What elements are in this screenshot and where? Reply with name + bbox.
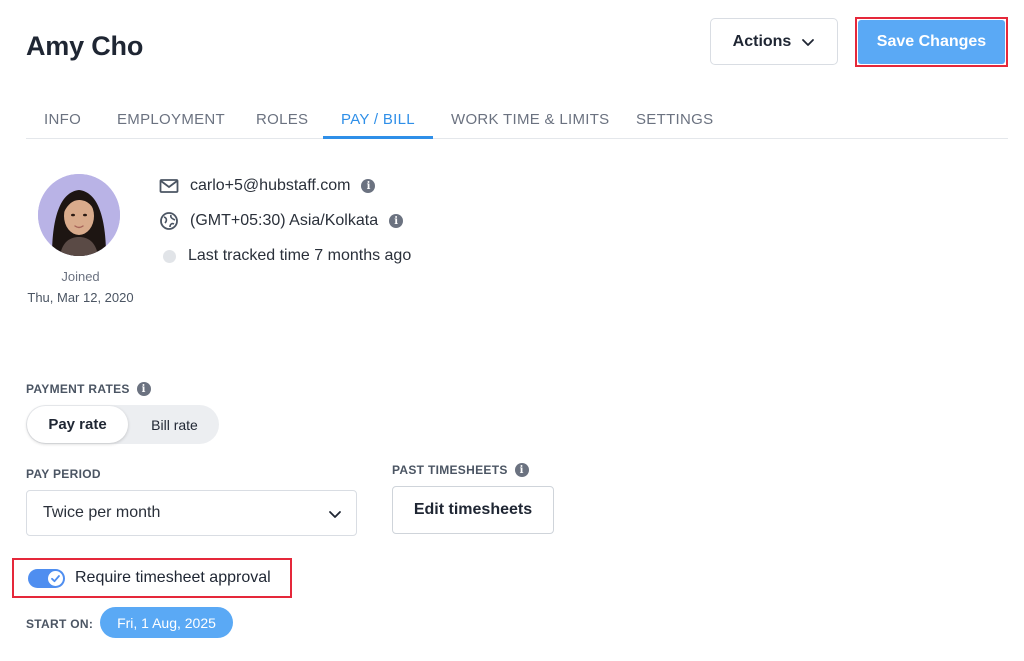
payment-rates-label: PAYMENT RATES: [26, 382, 130, 396]
timezone-row: (GMT+05:30) Asia/Kolkata i: [159, 211, 404, 231]
past-timesheets-heading: PAST TIMESHEETS i: [392, 463, 529, 477]
tab-roles[interactable]: ROLES: [256, 111, 308, 128]
chevron-down-icon: [802, 38, 815, 46]
pay-period-value: Twice per month: [43, 504, 161, 521]
past-timesheets-label: PAST TIMESHEETS: [392, 463, 508, 477]
info-icon[interactable]: i: [514, 463, 529, 477]
email-text: carlo+5@hubstaff.com: [190, 177, 351, 194]
bill-rate-option[interactable]: Bill rate: [130, 405, 219, 444]
approval-label: Require timesheet approval: [75, 569, 271, 586]
approval-toggle[interactable]: [28, 569, 65, 588]
start-date-picker[interactable]: Fri, 1 Aug, 2025: [100, 607, 233, 638]
actions-label: Actions: [732, 32, 792, 50]
last-tracked-row: Last tracked time 7 months ago: [159, 246, 411, 266]
edit-timesheets-button[interactable]: Edit timesheets: [392, 486, 554, 534]
tab-pay-bill[interactable]: PAY / BILL: [341, 111, 415, 128]
save-highlight: Save Changes: [855, 17, 1008, 67]
info-icon[interactable]: i: [136, 382, 151, 396]
pay-rate-option[interactable]: Pay rate: [27, 406, 128, 443]
payment-rates-toggle: Pay rate Bill rate: [26, 405, 219, 444]
info-icon[interactable]: i: [389, 214, 404, 228]
start-on-label: START ON:: [26, 617, 94, 631]
tab-settings[interactable]: SETTINGS: [636, 111, 713, 128]
pay-period-label: PAY PERIOD: [26, 467, 101, 481]
tab-bar: INFO EMPLOYMENT ROLES PAY / BILL WORK TI…: [26, 100, 1008, 139]
avatar: [38, 174, 120, 256]
mail-icon: [159, 176, 179, 196]
active-tab-indicator: [323, 136, 433, 139]
status-dot-icon: [159, 246, 179, 266]
globe-icon: [159, 211, 179, 231]
chevron-down-icon: [329, 511, 341, 518]
tab-employment[interactable]: EMPLOYMENT: [117, 111, 225, 128]
payment-rates-heading: PAYMENT RATES i: [26, 382, 151, 396]
approval-highlight: Require timesheet approval: [12, 558, 292, 598]
email-row: carlo+5@hubstaff.com i: [159, 176, 376, 196]
info-icon[interactable]: i: [361, 179, 376, 193]
tab-info[interactable]: INFO: [44, 111, 81, 128]
avatar-portrait: [38, 174, 120, 256]
save-changes-button[interactable]: Save Changes: [858, 20, 1005, 64]
timezone-text: (GMT+05:30) Asia/Kolkata: [190, 212, 379, 229]
check-icon: [48, 571, 63, 586]
joined-label: Joined: [61, 269, 100, 284]
pay-period-select[interactable]: Twice per month: [26, 490, 357, 536]
actions-dropdown-button[interactable]: Actions: [710, 18, 838, 65]
tab-work-time-limits[interactable]: WORK TIME & LIMITS: [451, 111, 609, 128]
page-title: Amy Cho: [26, 31, 144, 61]
last-tracked-text: Last tracked time 7 months ago: [188, 247, 412, 264]
joined-date: Thu, Mar 12, 2020: [27, 290, 134, 305]
